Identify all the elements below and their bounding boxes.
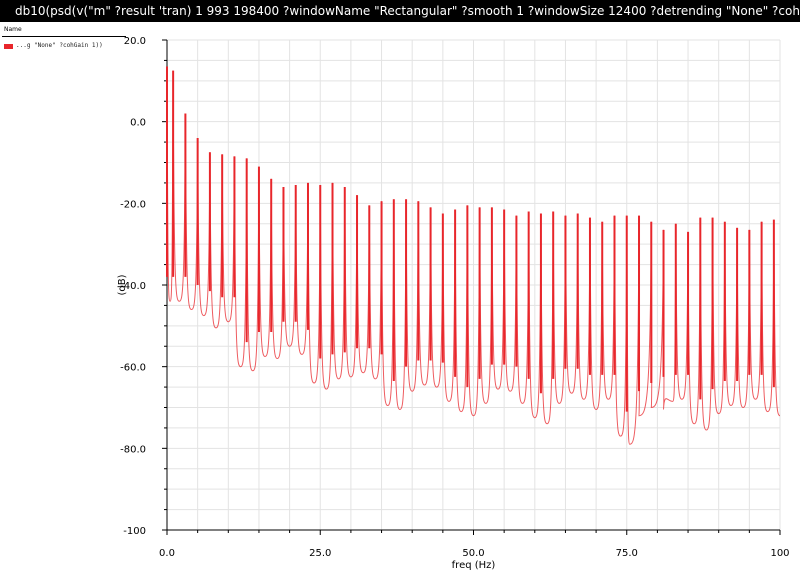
y-tick-label: 20.0: [124, 36, 146, 47]
y-tick-label: -80.0: [120, 444, 146, 455]
x-axis-label: freq (Hz): [452, 560, 496, 570]
x-tick-label: 25.0: [309, 548, 331, 559]
x-tick-label: 100: [770, 548, 789, 559]
x-axis-ticks: 0.0 25.0 50.0 75.0 100: [159, 548, 790, 559]
y-tick-label: 0.0: [130, 118, 146, 129]
y-tick-label: -60.0: [120, 363, 146, 374]
y-tick-label: -100: [123, 526, 146, 537]
x-tick-label: 50.0: [462, 548, 484, 559]
x-tick-label: 75.0: [616, 548, 638, 559]
y-tick-label: -20.0: [120, 199, 146, 210]
x-tick-label: 0.0: [159, 548, 175, 559]
y-axis-label: (dB): [117, 274, 128, 295]
plot-area[interactable]: 20.00.0-20.0-40.0-60.0-80.0-100 0.0 25.0 5…: [0, 0, 800, 570]
